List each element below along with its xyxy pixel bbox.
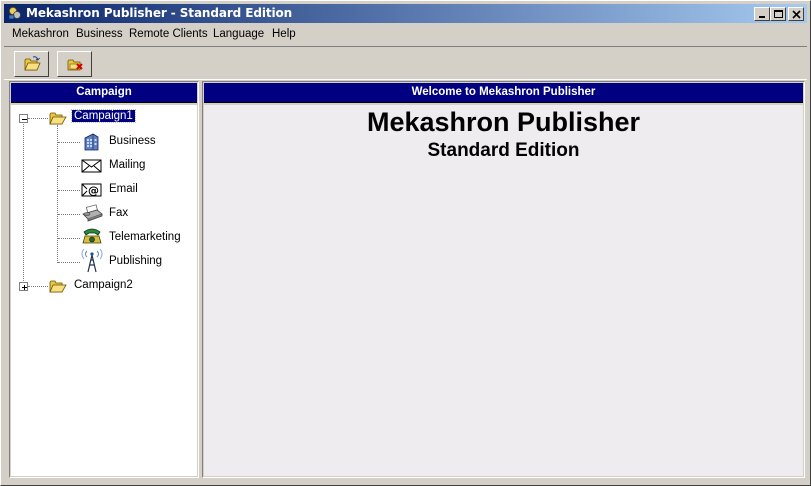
open-folder-icon — [24, 56, 41, 71]
close-button[interactable] — [788, 7, 804, 21]
campaign2-expand-toggle[interactable] — [19, 282, 28, 291]
tree-line — [58, 238, 80, 239]
app-window: Mekashron Publisher - Standard Edition M… — [0, 0, 811, 486]
tree-line — [58, 262, 80, 263]
welcome-panel-header: Welcome to Mekashron Publisher — [204, 83, 803, 103]
welcome-heading: Mekashron Publisher — [366, 107, 641, 137]
open-folder-icon — [49, 112, 67, 125]
title-bar[interactable]: Mekashron Publisher - Standard Edition — [4, 4, 807, 23]
campaign-panel-header: Campaign — [11, 83, 197, 103]
campaign-panel: Campaign Campaign1 Business Mailing @ Em… — [9, 81, 199, 478]
campaign-tree[interactable]: Campaign1 Business Mailing @ Email Fax T… — [11, 105, 197, 476]
delete-folder-icon — [67, 59, 83, 71]
tree-node-telemarketing[interactable]: Telemarketing — [109, 231, 181, 243]
minus-icon — [22, 119, 27, 120]
minimize-icon — [759, 16, 765, 18]
menu-remote-clients[interactable]: Remote Clients — [129, 28, 208, 40]
tree-node-campaign1[interactable]: Campaign1 — [71, 109, 136, 123]
app-icon[interactable] — [7, 6, 23, 21]
open-button[interactable] — [14, 51, 49, 77]
menu-business[interactable]: Business — [76, 28, 123, 40]
minimize-button[interactable] — [754, 7, 770, 21]
tree-node-email[interactable]: Email — [109, 183, 138, 195]
tree-node-business[interactable]: Business — [109, 135, 156, 147]
welcome-content: Mekashron Publisher Standard Edition — [204, 105, 803, 476]
tree-line — [28, 286, 48, 287]
toolbar — [4, 46, 807, 80]
telephone-icon — [82, 228, 102, 244]
tree-line — [57, 125, 58, 263]
maximize-button[interactable] — [770, 7, 786, 21]
menu-bar: Mekashron Business Remote Clients Langua… — [4, 25, 807, 44]
building-icon — [84, 133, 99, 151]
window-title: Mekashron Publisher - Standard Edition — [26, 6, 293, 20]
tree-line — [58, 214, 80, 215]
welcome-subheading: Standard Edition — [427, 140, 580, 161]
tree-line — [23, 119, 24, 285]
email-icon: @ — [81, 183, 102, 197]
welcome-panel: Welcome to Mekashron Publisher Mekashron… — [202, 81, 805, 478]
delete-button[interactable] — [57, 51, 92, 77]
fax-icon — [82, 204, 103, 222]
menu-mekashron[interactable]: Mekashron — [12, 28, 69, 40]
tree-node-campaign2[interactable]: Campaign2 — [74, 279, 133, 291]
campaign1-collapse-toggle[interactable] — [19, 114, 28, 123]
menu-language[interactable]: Language — [213, 28, 264, 40]
close-icon — [792, 10, 801, 19]
tree-node-fax[interactable]: Fax — [109, 207, 128, 219]
tree-line — [28, 118, 48, 119]
tree-line — [58, 166, 80, 167]
antenna-tower-icon — [81, 249, 103, 273]
tree-node-publishing[interactable]: Publishing — [109, 255, 162, 267]
tree-line — [58, 190, 80, 191]
tree-line — [58, 142, 80, 143]
open-folder-icon — [49, 280, 67, 293]
tree-node-mailing[interactable]: Mailing — [109, 159, 145, 171]
menu-help[interactable]: Help — [272, 28, 296, 40]
plus-icon — [22, 285, 27, 290]
svg-text:@: @ — [88, 184, 99, 197]
maximize-icon — [774, 10, 783, 18]
envelope-icon — [81, 159, 102, 173]
